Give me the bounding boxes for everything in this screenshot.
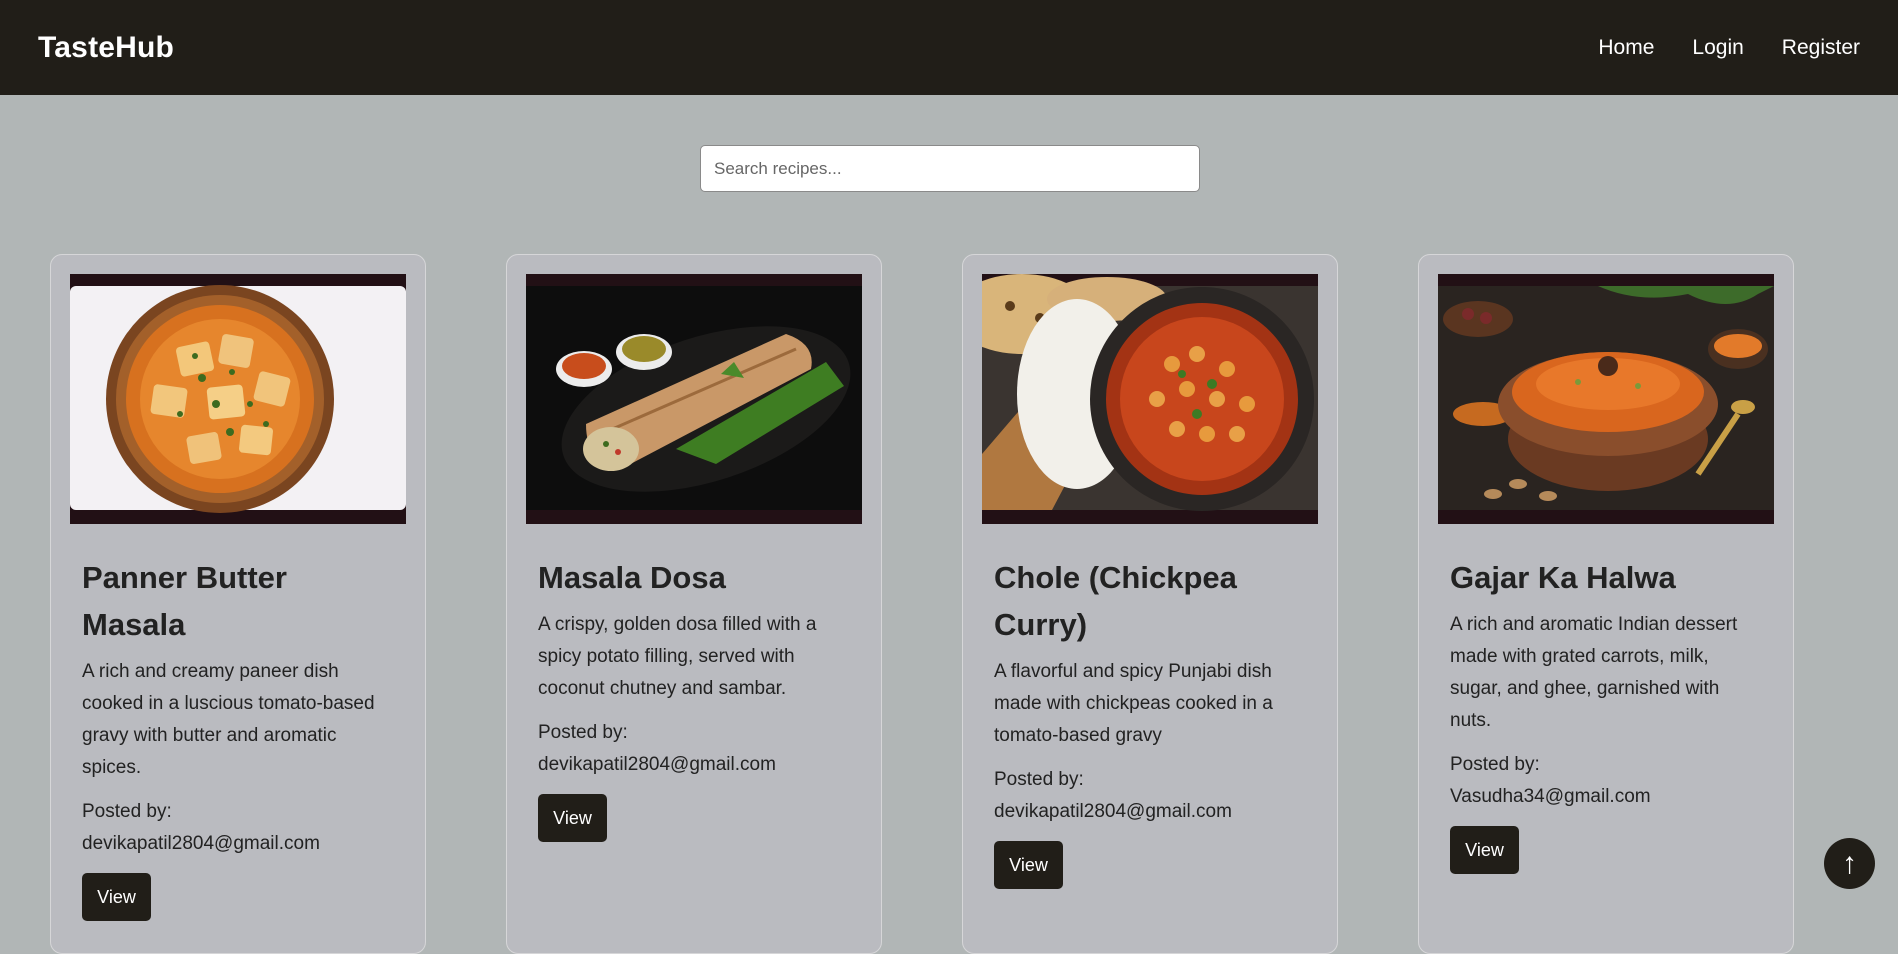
card-body: Chole (Chickpea Curry) A flavorful and s… bbox=[982, 554, 1318, 889]
scroll-to-top-button[interactable]: ↑ bbox=[1824, 838, 1875, 889]
view-button[interactable]: View bbox=[538, 794, 607, 842]
view-button[interactable]: View bbox=[1450, 826, 1519, 874]
arrow-up-icon: ↑ bbox=[1842, 846, 1857, 880]
recipe-description: A crispy, golden dosa filled with a spic… bbox=[538, 614, 817, 699]
navbar: TasteHub Home Login Register bbox=[0, 0, 1898, 95]
recipe-title: Panner Butter Masala bbox=[82, 560, 287, 642]
posted-by: Posted by: Vasudha34@gmail.com bbox=[1450, 749, 1762, 813]
nav-register-link[interactable]: Register bbox=[1782, 36, 1860, 60]
posted-by: Posted by: devikapatil2804@gmail.com bbox=[82, 796, 394, 860]
paneer-butter-masala-image bbox=[70, 274, 406, 524]
view-button[interactable]: View bbox=[994, 841, 1063, 889]
posted-by-label: Posted by: bbox=[1450, 754, 1540, 775]
card-body: Panner Butter Masala A rich and creamy p… bbox=[70, 554, 406, 921]
nav-links: Home Login Register bbox=[1560, 36, 1860, 60]
recipe-card: Panner Butter Masala A rich and creamy p… bbox=[50, 254, 426, 954]
card-body: Masala Dosa A crispy, golden dosa filled… bbox=[526, 554, 862, 842]
posted-by-label: Posted by: bbox=[994, 769, 1084, 790]
brand-logo[interactable]: TasteHub bbox=[38, 31, 174, 65]
recipe-description: A flavorful and spicy Punjabi dish made … bbox=[994, 661, 1273, 746]
posted-by-email: Vasudha34@gmail.com bbox=[1450, 786, 1651, 807]
recipe-card: Gajar Ka Halwa A rich and aromatic India… bbox=[1418, 254, 1794, 954]
chole-chickpea-curry-image bbox=[982, 274, 1318, 524]
masala-dosa-image bbox=[526, 274, 862, 524]
posted-by-label: Posted by: bbox=[82, 801, 172, 822]
search-container bbox=[700, 145, 1200, 192]
nav-home-link[interactable]: Home bbox=[1598, 36, 1654, 60]
recipe-card: Chole (Chickpea Curry) A flavorful and s… bbox=[962, 254, 1338, 954]
posted-by-label: Posted by: bbox=[538, 722, 628, 743]
recipe-description: A rich and aromatic Indian dessert made … bbox=[1450, 614, 1738, 731]
recipe-card: Masala Dosa A crispy, golden dosa filled… bbox=[506, 254, 882, 954]
posted-by: Posted by: devikapatil2804@gmail.com bbox=[994, 764, 1306, 828]
recipe-title: Gajar Ka Halwa bbox=[1450, 560, 1676, 595]
card-body: Gajar Ka Halwa A rich and aromatic India… bbox=[1438, 554, 1774, 874]
posted-by-email: devikapatil2804@gmail.com bbox=[994, 801, 1232, 822]
recipe-description: A rich and creamy paneer dish cooked in … bbox=[82, 661, 375, 778]
posted-by-email: devikapatil2804@gmail.com bbox=[82, 833, 320, 854]
search-input[interactable] bbox=[700, 145, 1200, 192]
recipe-title: Masala Dosa bbox=[538, 560, 726, 595]
posted-by: Posted by: devikapatil2804@gmail.com bbox=[538, 717, 850, 781]
view-button[interactable]: View bbox=[82, 873, 151, 921]
posted-by-email: devikapatil2804@gmail.com bbox=[538, 754, 776, 775]
nav-login-link[interactable]: Login bbox=[1692, 36, 1743, 60]
gajar-ka-halwa-image bbox=[1438, 274, 1774, 524]
recipe-title: Chole (Chickpea Curry) bbox=[994, 560, 1237, 642]
